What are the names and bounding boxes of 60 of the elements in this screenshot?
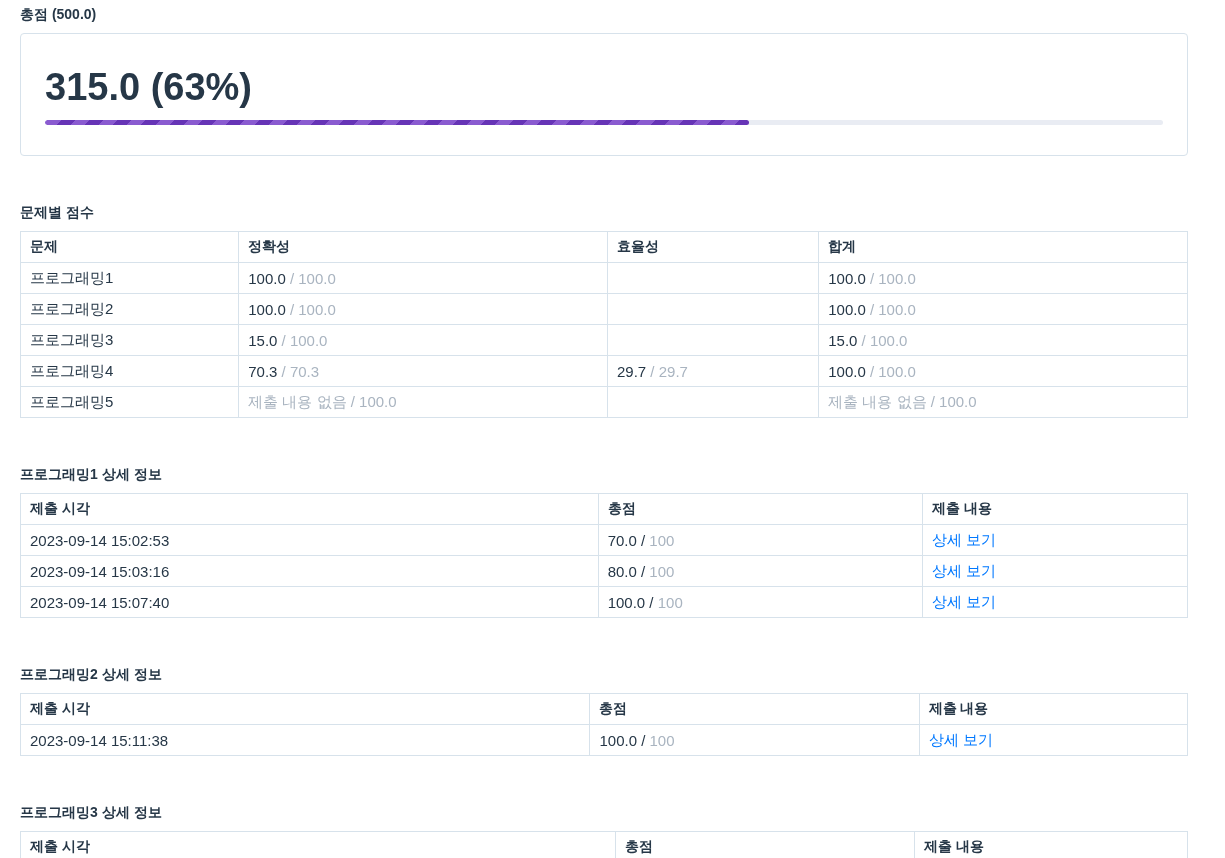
column-header: 제출 내용 [914,831,1188,858]
max-score: / 100.0 [869,362,916,380]
section-title: 프로그래밍3 상세 정보 [20,803,163,822]
column-header: 제출 내용 [919,693,1188,725]
problem-name: 프로그래밍3 [20,324,239,356]
problem-name: 프로그래밍5 [20,386,239,418]
column-header: 총점 [598,493,923,525]
max-score: 100 [657,593,683,611]
column-header: 제출 시각 [20,493,599,525]
max-score: / 100.0 [289,269,336,287]
column-header: 문제 [20,231,239,263]
column-header: 총점 [615,831,915,858]
score-value: 100.0 [828,269,866,287]
no-submission-text: 제출 내용 없음 / 100.0 [828,392,977,410]
submission-time: 2023-09-14 15:07:40 [20,586,599,618]
submission-time: 2023-09-14 15:02:53 [20,524,599,556]
max-score: / 100.0 [281,331,328,349]
score-value: 70.0 / [607,531,646,549]
column-header: 효율성 [607,231,819,263]
score-value: 80.0 / [607,562,646,580]
view-details-link[interactable]: 상세 보기 [932,530,997,548]
view-details-link[interactable]: 상세 보기 [932,561,997,579]
column-header: 제출 내용 [922,493,1188,525]
section-title: 총점 (500.0) [20,5,98,24]
column-header: 정확성 [238,231,608,263]
view-details-link[interactable]: 상세 보기 [932,592,997,610]
max-score: 100 [649,562,675,580]
max-score: / 100.0 [869,300,916,318]
score-value: 100.0 / [607,593,654,611]
column-header: 제출 시각 [20,693,590,725]
max-score: / 29.7 [650,362,688,380]
score-value: 100.0 [828,300,866,318]
max-score: / 100.0 [869,269,916,287]
problem-name: 프로그래밍1 [20,262,239,294]
score-value: 100.0 [248,300,286,318]
submission-time: 2023-09-14 15:11:38 [20,724,590,756]
view-details-link[interactable]: 상세 보기 [928,730,993,748]
column-header: 합계 [818,231,1188,263]
section-title: 문제별 점수 [20,203,95,222]
max-score: 100 [649,531,675,549]
score-value: 29.7 [617,362,647,380]
total-score: 315.0 (63%) [45,65,252,110]
no-submission-text: 제출 내용 없음 / 100.0 [248,392,397,410]
section-title: 프로그래밍1 상세 정보 [20,465,163,484]
max-score: / 100.0 [289,300,336,318]
score-value: 15.0 [828,331,858,349]
submission-time: 2023-09-14 15:03:16 [20,555,599,587]
score-value: 70.3 [248,362,278,380]
max-score: / 100.0 [861,331,908,349]
problem-name: 프로그래밍4 [20,355,239,387]
max-score: / 70.3 [281,362,320,380]
problem-name: 프로그래밍2 [20,293,239,325]
score-value: 100.0 [248,269,286,287]
score-value: 100.0 / [599,731,646,749]
column-header: 제출 시각 [20,831,616,858]
section-title: 프로그래밍2 상세 정보 [20,665,163,684]
score-value: 100.0 [828,362,866,380]
column-header: 총점 [590,693,920,725]
score-value: 15.0 [248,331,278,349]
max-score: 100 [649,731,675,749]
